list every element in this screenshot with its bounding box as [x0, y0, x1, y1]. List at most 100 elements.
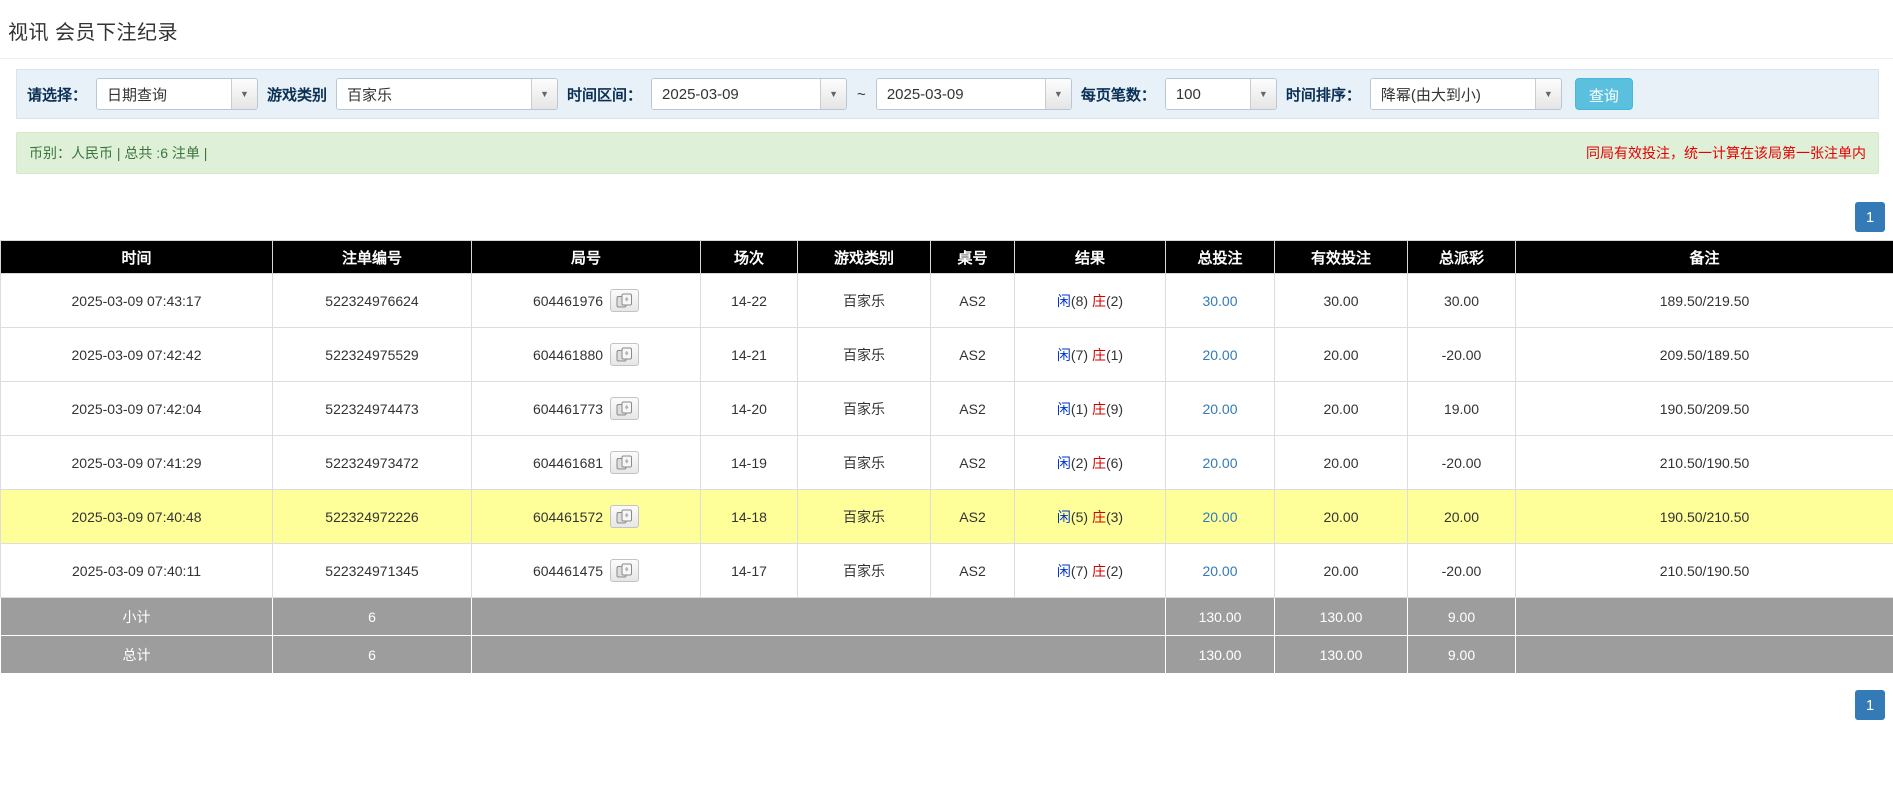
round-id: 604461880 [532, 346, 604, 363]
session-cell: 14-22 [700, 273, 798, 328]
valid-bet-cell: 20.00 [1274, 381, 1408, 436]
game-type-combobox[interactable]: ▼ [336, 78, 559, 110]
valid-bet-notice: 同局有效投注，统一计算在该局第一张注单内 [1586, 145, 1866, 161]
summary-label-cell: 总计 [0, 635, 273, 674]
total-bet-link[interactable]: 20.00 [1202, 563, 1237, 579]
banker-result-value: (9) [1105, 400, 1124, 417]
header-cell: 局号 [471, 240, 701, 274]
date-from-picker[interactable]: ▼ [651, 78, 848, 110]
view-cards-button[interactable] [610, 451, 640, 474]
time-sort-combobox[interactable]: ▼ [1369, 78, 1562, 110]
date-to-picker[interactable]: ▼ [875, 78, 1072, 110]
round-cell: 604461773 [471, 381, 701, 436]
view-cards-button[interactable] [610, 289, 640, 312]
chevron-down-icon[interactable]: ▼ [531, 79, 558, 109]
round-id: 604461572 [532, 508, 604, 525]
player-result-value: (7) [1070, 346, 1089, 363]
valid-bet-cell: 20.00 [1274, 543, 1408, 598]
session-cell: 14-21 [700, 327, 798, 382]
player-result-label: 闲 [1056, 346, 1071, 363]
chevron-down-icon[interactable]: ▼ [1534, 79, 1561, 109]
session-cell: 14-18 [700, 489, 798, 544]
bet-id-cell: 522324975529 [272, 327, 472, 382]
bet-id-cell: 522324974473 [272, 381, 472, 436]
total-bet-cell: 20.00 [1165, 381, 1275, 436]
banker-result-value: (6) [1105, 454, 1124, 471]
round-id: 604461475 [532, 562, 604, 579]
table-row: 2025-03-09 07:42:42 522324975529 604461880… [0, 327, 1893, 382]
time-cell: 2025-03-09 07:40:11 [0, 543, 273, 598]
header-block: 视讯 会员下注纪录 [0, 0, 1893, 59]
player-result-value: (2) [1070, 454, 1089, 471]
query-type-combobox[interactable]: ▼ [96, 78, 259, 110]
page-button-1[interactable]: 1 [1855, 202, 1885, 232]
round-id: 604461976 [532, 292, 604, 309]
records-tfoot: 小计 6 130.00 130.00 9.00 总计 6 130.00 130.00 9.00 [0, 597, 1893, 674]
valid-bet-cell: 20.00 [1274, 435, 1408, 490]
banker-result-value: (3) [1105, 508, 1124, 525]
header-cell: 总投注 [1165, 240, 1275, 274]
page-size-input[interactable] [1165, 79, 1250, 109]
page-button-1[interactable]: 1 [1855, 690, 1885, 720]
total-bet-link[interactable]: 20.00 [1202, 509, 1237, 525]
date-from-input[interactable] [652, 79, 821, 109]
page-title: 视讯 会员下注纪录 [8, 22, 179, 44]
date-to-input[interactable] [876, 79, 1045, 109]
table-no-cell: AS2 [930, 273, 1015, 328]
time-sort-input[interactable] [1370, 79, 1535, 109]
result-cell: 闲(7) 庄(1) [1014, 327, 1166, 382]
page-size-combobox[interactable]: ▼ [1164, 78, 1277, 110]
summary-payout-cell: 9.00 [1407, 635, 1516, 674]
subtotal-row: 小计 6 130.00 130.00 9.00 [0, 597, 1893, 636]
summary-count-cell: 6 [272, 597, 472, 636]
time-cell: 2025-03-09 07:43:17 [0, 273, 273, 328]
total-bet-cell: 20.00 [1165, 489, 1275, 544]
summary-count-cell: 6 [272, 635, 472, 674]
table-row: 2025-03-09 07:41:29 522324973472 604461681… [0, 435, 1893, 490]
query-type-input[interactable] [97, 79, 232, 109]
summary-bar: 币别：人民币 | 总共 :6 注单 | 同局有效投注，统一计算在该局第一张注单内 [16, 132, 1879, 174]
total-bet-link[interactable]: 30.00 [1202, 293, 1237, 309]
page-size-label: 每页笔数： [1080, 86, 1156, 104]
note-cell: 209.50/189.50 [1515, 327, 1893, 382]
valid-bet-cell: 20.00 [1274, 489, 1408, 544]
header-cell: 备注 [1515, 240, 1893, 274]
bet-id-cell: 522324972226 [272, 489, 472, 544]
view-cards-button[interactable] [610, 505, 640, 528]
total-bet-cell: 20.00 [1165, 327, 1275, 382]
round-id: 604461681 [532, 454, 604, 471]
view-cards-button[interactable] [610, 343, 640, 366]
cards-icon [616, 401, 633, 416]
chevron-down-icon[interactable]: ▼ [1249, 79, 1276, 109]
table-no-cell: AS2 [930, 435, 1015, 490]
player-result-label: 闲 [1056, 400, 1071, 417]
payout-cell: 30.00 [1407, 273, 1516, 328]
time-sort-label: 时间排序： [1285, 86, 1361, 104]
total-bet-link[interactable]: 20.00 [1202, 347, 1237, 363]
banker-result-value: (2) [1105, 292, 1124, 309]
session-cell: 14-19 [700, 435, 798, 490]
date-range-separator: ~ [857, 85, 866, 103]
view-cards-button[interactable] [610, 559, 640, 582]
session-cell: 14-20 [700, 381, 798, 436]
banker-result-label: 庄 [1091, 508, 1106, 525]
round-cell: 604461880 [471, 327, 701, 382]
summary-empty-cell [471, 635, 1166, 674]
banker-result-value: (1) [1105, 346, 1124, 363]
total-bet-link[interactable]: 20.00 [1202, 401, 1237, 417]
total-bet-link[interactable]: 20.00 [1202, 455, 1237, 471]
view-cards-button[interactable] [610, 397, 640, 420]
search-button[interactable]: 查询 [1574, 78, 1633, 110]
round-cell: 604461681 [471, 435, 701, 490]
time-cell: 2025-03-09 07:40:48 [0, 489, 273, 544]
note-cell: 210.50/190.50 [1515, 435, 1893, 490]
game-type-label: 游戏类别 [267, 86, 328, 104]
note-cell: 189.50/219.50 [1515, 273, 1893, 328]
banker-result-label: 庄 [1091, 346, 1106, 363]
chevron-down-icon[interactable]: ▼ [1044, 79, 1071, 109]
game-type-input[interactable] [337, 79, 532, 109]
time-cell: 2025-03-09 07:41:29 [0, 435, 273, 490]
chevron-down-icon[interactable]: ▼ [231, 79, 258, 109]
result-cell: 闲(2) 庄(6) [1014, 435, 1166, 490]
chevron-down-icon[interactable]: ▼ [820, 79, 847, 109]
